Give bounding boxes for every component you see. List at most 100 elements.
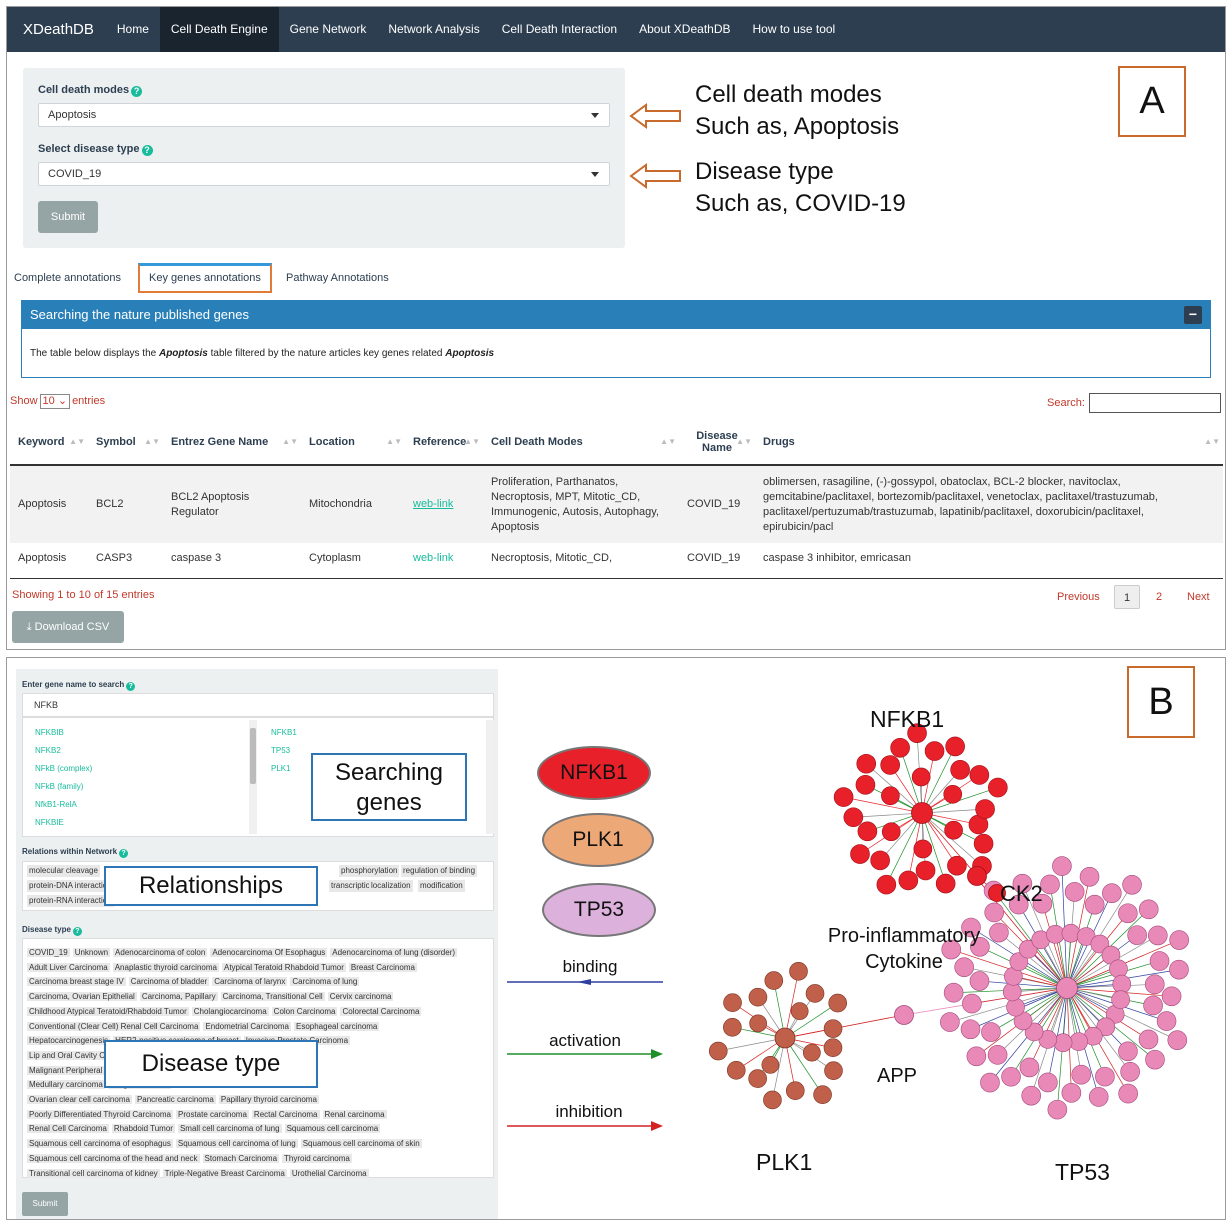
disease-tag[interactable]: Squamous cell carcinoma of esophagus (27, 1139, 173, 1149)
gene-node[interactable] (805, 984, 825, 1003)
gene-node[interactable] (876, 874, 897, 895)
gene-node[interactable] (947, 855, 967, 876)
disease-tag[interactable]: Childhood Atypical Teratoid/Rhabdoid Tum… (27, 1006, 189, 1016)
nav-cell-death-interaction[interactable]: Cell Death Interaction (491, 7, 628, 52)
disease-tag[interactable]: Thyroid carcinoma (282, 1153, 352, 1163)
disease-tag[interactable]: Carcinoma of lung (290, 977, 360, 987)
gene-node[interactable] (748, 987, 768, 1007)
nav-how-to-use[interactable]: How to use tool (742, 7, 847, 52)
gene-node[interactable] (935, 873, 956, 894)
gene-node[interactable] (1127, 925, 1147, 945)
cell-death-select[interactable]: Apoptosis (38, 103, 610, 127)
column-header-keyword[interactable]: Keyword ▲▼ (10, 420, 88, 466)
gene-node[interactable] (880, 755, 900, 775)
gene-suggestion[interactable]: NFkB (complex) (35, 764, 92, 773)
brand[interactable]: XDeathDB (7, 7, 106, 52)
column-header-reference[interactable]: Reference ▲▼ (405, 420, 483, 466)
gene-node[interactable] (950, 760, 970, 780)
gene-node[interactable] (1002, 982, 1022, 1002)
gene-node[interactable] (945, 736, 965, 757)
help-icon[interactable]: ? (141, 145, 153, 156)
disease-tag[interactable]: Ovarian clear cell carcinoma (27, 1095, 132, 1104)
gene-node[interactable] (1118, 903, 1138, 924)
disease-tag[interactable]: Stomach Carcinoma (202, 1153, 280, 1163)
gene-search-input[interactable]: NFKB (22, 693, 494, 717)
disease-tag[interactable]: Conventional (Clear Cell) Renal Cell Car… (27, 1021, 201, 1031)
disease-tag[interactable]: Urothelial Carcinoma (289, 1168, 369, 1178)
page-2-button[interactable]: 2 (1156, 585, 1162, 609)
relation-tag[interactable]: phosphorylation (339, 865, 400, 877)
gene-node[interactable] (898, 870, 919, 891)
suggestions-scrollbar[interactable] (249, 720, 257, 834)
nav-cell-death-engine[interactable]: Cell Death Engine (159, 7, 279, 52)
disease-tag[interactable]: Carcinoma, Papillary (139, 992, 218, 1002)
gene-node[interactable] (833, 787, 854, 807)
gene-node[interactable] (1021, 1085, 1042, 1106)
gene-node[interactable] (785, 1081, 805, 1101)
column-header-symbol[interactable]: Symbol ▲▼ (88, 420, 163, 466)
disease-tag[interactable]: Triple-Negative Breast Carcinoma (162, 1168, 287, 1178)
disease-tag[interactable]: Colorectal Carcinoma (340, 1006, 422, 1016)
download-csv-button[interactable]: ⤓ Download CSV (12, 611, 124, 643)
selected-gene[interactable]: TP53 (271, 746, 290, 755)
disease-tag[interactable]: Carcinoma, Ovarian Epithelial (27, 992, 137, 1002)
gene-node[interactable] (881, 786, 900, 806)
disease-tag[interactable]: Medullary carcinoma (27, 1080, 105, 1090)
gene-node[interactable] (1169, 959, 1189, 980)
gene-node[interactable] (1095, 1066, 1115, 1087)
gene-node[interactable] (973, 833, 994, 854)
gene-node[interactable] (1038, 1072, 1058, 1093)
help-icon[interactable]: ? (119, 849, 129, 858)
gene-node[interactable] (1102, 883, 1122, 903)
network-submit-button[interactable]: Submit (22, 1192, 68, 1216)
gene-node[interactable] (761, 1056, 780, 1074)
gene-node[interactable] (748, 1069, 767, 1088)
gene-node[interactable] (857, 821, 878, 842)
web-link[interactable]: web-link (413, 498, 453, 510)
gene-node[interactable] (1112, 974, 1132, 994)
length-select[interactable]: 10 ⌄ (39, 394, 71, 409)
gene-node[interactable] (789, 962, 808, 981)
disease-tag[interactable]: Colon Carcinoma (271, 1006, 338, 1016)
gene-node[interactable] (966, 1046, 987, 1067)
gene-node[interactable] (1053, 1033, 1073, 1053)
disease-tag[interactable]: Adenocarcinoma of colon (113, 948, 208, 957)
selected-scrollbar[interactable] (486, 720, 494, 834)
gene-node[interactable] (943, 784, 963, 804)
gene-node[interactable] (850, 844, 870, 864)
disease-tag[interactable]: Squamous cell carcinoma of lung (175, 1139, 298, 1149)
gene-node[interactable] (1046, 925, 1065, 944)
gene-node[interactable] (1156, 1011, 1177, 1031)
column-header-drugs[interactable]: Drugs ▲▼ (755, 420, 1223, 466)
page-1-button[interactable]: 1 (1114, 585, 1140, 609)
disease-tag[interactable]: Cholangiocarcinoma (191, 1006, 269, 1016)
gene-node[interactable] (962, 993, 982, 1014)
selected-gene[interactable]: PLK1 (271, 764, 291, 773)
gene-node[interactable] (764, 971, 784, 990)
disease-tag[interactable]: Adenocarcinoma Of Esophagus (210, 948, 328, 957)
gene-node[interactable] (790, 1002, 809, 1020)
disease-tag[interactable]: Pancreatic carcinoma (134, 1095, 216, 1104)
column-header-disease-name[interactable]: Disease Name ▲▼ (679, 420, 755, 466)
gene-node[interactable] (911, 767, 931, 787)
column-header-location[interactable]: Location ▲▼ (301, 420, 405, 466)
disease-tag[interactable]: Rhabdoid Tumor (111, 1124, 175, 1134)
relation-tag[interactable]: protein-DNA interaction (27, 880, 114, 892)
disease-tag[interactable]: Carcinoma breast stage IV (27, 977, 126, 987)
disease-select[interactable]: COVID_19 (38, 162, 610, 186)
search-input[interactable] (1089, 393, 1221, 413)
gene-node[interactable] (1061, 923, 1081, 943)
relation-tag[interactable]: regulation of binding (401, 865, 478, 877)
disease-tag[interactable]: Carcinoma of larynx (212, 977, 288, 987)
gene-node[interactable] (1120, 1061, 1140, 1082)
gene-node[interactable] (1143, 995, 1163, 1016)
help-icon[interactable]: ? (131, 86, 143, 97)
plk1-hub-node[interactable] (774, 1027, 796, 1049)
gene-node[interactable] (1047, 1099, 1068, 1120)
gene-node[interactable] (1109, 959, 1128, 979)
disease-tag[interactable]: Prostate carcinoma (176, 1109, 249, 1119)
gene-node[interactable] (823, 1019, 843, 1038)
disease-tag[interactable]: Unknown (72, 948, 111, 957)
gene-node[interactable] (1006, 997, 1025, 1017)
gene-node[interactable] (969, 765, 990, 785)
